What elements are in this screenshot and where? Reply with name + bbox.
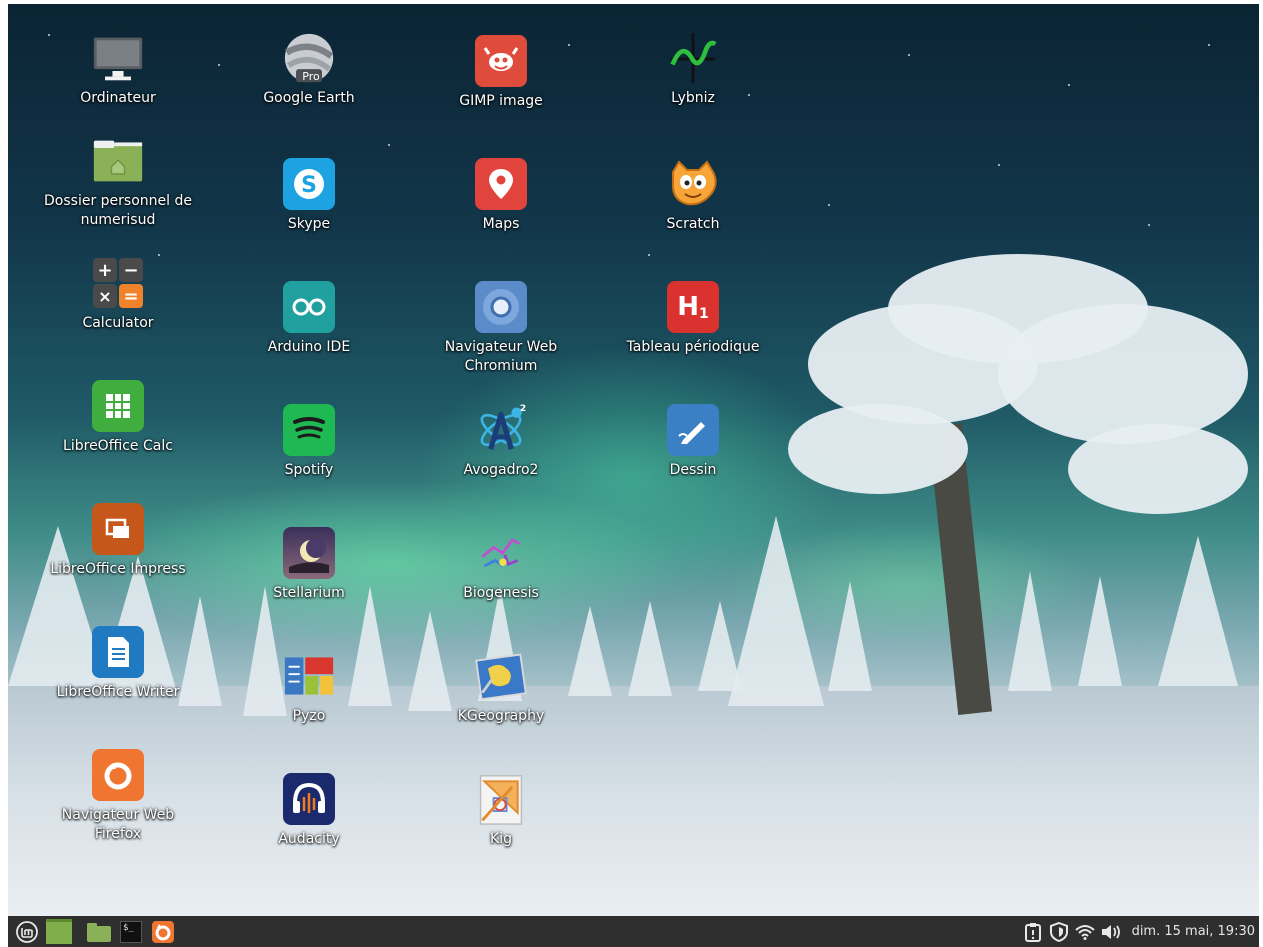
periodic-table-subscript: 1 bbox=[699, 306, 709, 322]
svg-text:×: × bbox=[98, 287, 111, 306]
desktop-icon-skype[interactable]: S Skype bbox=[234, 158, 384, 234]
svg-text:S: S bbox=[301, 173, 317, 198]
desktop-icon-home-folder[interactable]: Dossier personnel de numerisud bbox=[43, 135, 193, 230]
audacity-icon bbox=[283, 773, 335, 825]
calculator-icon: + − × = bbox=[92, 257, 144, 309]
desktop-icon-biogenesis[interactable]: Biogenesis bbox=[426, 527, 576, 603]
volume-icon[interactable] bbox=[1100, 921, 1122, 943]
desktop-icon-libreoffice-calc[interactable]: LibreOffice Calc bbox=[43, 380, 193, 456]
desktop-icon-google-earth[interactable]: Pro Google Earth bbox=[234, 32, 384, 108]
desktop-icon-calculator[interactable]: + − × = Calculator bbox=[43, 257, 193, 333]
libreoffice-writer-icon bbox=[92, 626, 144, 678]
desktop-icon-label: Ordinateur bbox=[80, 90, 156, 106]
desktop-icon-label: Google Earth bbox=[263, 90, 355, 106]
wifi-icon[interactable] bbox=[1074, 921, 1096, 943]
desktop-icon-label: Navigateur Web Firefox bbox=[61, 807, 175, 842]
desktop-icon-label: LibreOffice Calc bbox=[63, 438, 173, 454]
libreoffice-impress-icon bbox=[92, 503, 144, 555]
kig-icon bbox=[475, 773, 527, 825]
desktop: Ordinateur Dossier personnel de numerisu… bbox=[8, 4, 1259, 916]
chromium-icon bbox=[475, 281, 527, 333]
svg-text:−: − bbox=[123, 260, 138, 281]
pro-badge: Pro bbox=[302, 70, 320, 83]
desktop-icon-label: Tableau périodique bbox=[626, 339, 760, 355]
desktop-icon-scratch[interactable]: Scratch bbox=[618, 158, 768, 234]
desktop-icon-label: Lybniz bbox=[671, 90, 715, 106]
mint-menu-icon[interactable] bbox=[14, 919, 40, 945]
firefox-icon[interactable] bbox=[150, 919, 176, 945]
terminal-icon[interactable]: $_ bbox=[118, 919, 144, 945]
desktop-icon-label: Stellarium bbox=[273, 585, 345, 601]
desktop-icon-lybniz[interactable]: Lybniz bbox=[618, 32, 768, 108]
desktop-icon-label: Maps bbox=[482, 216, 520, 232]
svg-text:=: = bbox=[123, 286, 138, 307]
desktop-icon-label: Spotify bbox=[284, 462, 334, 478]
desktop-icon-label: LibreOffice Writer bbox=[56, 684, 180, 700]
desktop-icon-audacity[interactable]: Audacity bbox=[234, 773, 384, 849]
desktop-icon-dessin[interactable]: Dessin bbox=[618, 404, 768, 480]
drawing-icon bbox=[667, 404, 719, 456]
google-earth-icon: Pro bbox=[283, 32, 335, 84]
skype-icon: S bbox=[283, 158, 335, 210]
desktop-icon-ordinateur[interactable]: Ordinateur bbox=[43, 32, 193, 108]
desktop-icon-label: Avogadro2 bbox=[463, 462, 539, 478]
desktop-icon-stellarium[interactable]: Stellarium bbox=[234, 527, 384, 603]
desktop-icon-arduino-ide[interactable]: Arduino IDE bbox=[234, 281, 384, 357]
periodic-table-icon: H1 bbox=[667, 281, 719, 333]
desktop-icon-chromium[interactable]: Navigateur Web Chromium bbox=[426, 281, 576, 376]
stellarium-icon bbox=[283, 527, 335, 579]
files-icon[interactable] bbox=[86, 919, 112, 945]
maps-icon bbox=[475, 158, 527, 210]
firefox-icon bbox=[92, 749, 144, 801]
desktop-icon-label: GIMP image bbox=[459, 93, 543, 109]
lybniz-icon bbox=[667, 32, 719, 84]
show-desktop-icon[interactable] bbox=[46, 919, 72, 945]
libreoffice-calc-icon bbox=[92, 380, 144, 432]
desktop-icon-label: Pyzo bbox=[292, 708, 326, 724]
desktop-icon-firefox[interactable]: Navigateur Web Firefox bbox=[43, 749, 193, 844]
kgeography-icon bbox=[475, 650, 527, 702]
desktop-icon-gimp[interactable]: GIMP image bbox=[426, 35, 576, 111]
home-folder-icon bbox=[92, 135, 144, 187]
biogenesis-icon bbox=[475, 527, 527, 579]
pyzo-icon bbox=[283, 650, 335, 702]
scratch-icon bbox=[667, 158, 719, 210]
desktop-icon-libreoffice-writer[interactable]: LibreOffice Writer bbox=[43, 626, 193, 702]
desktop-icon-label: Audacity bbox=[278, 831, 340, 847]
desktop-icon-label: Scratch bbox=[666, 216, 720, 232]
avogadro-icon: 2 bbox=[475, 404, 527, 456]
desktop-icon-pyzo[interactable]: Pyzo bbox=[234, 650, 384, 726]
desktop-icon-label: KGeography bbox=[457, 708, 545, 724]
desktop-icon-maps[interactable]: Maps bbox=[426, 158, 576, 234]
desktop-icon-label: Biogenesis bbox=[463, 585, 539, 601]
desktop-icon-kig[interactable]: Kig bbox=[426, 773, 576, 849]
taskbar: $_ dim. 15 mai, 19:30 bbox=[8, 916, 1259, 947]
shield-icon[interactable] bbox=[1048, 921, 1070, 943]
desktop-icon-spotify[interactable]: Spotify bbox=[234, 404, 384, 480]
desktop-icon-periodic-table[interactable]: H1 Tableau périodique bbox=[618, 281, 768, 357]
desktop-icon-avogadro2[interactable]: 2 Avogadro2 bbox=[426, 404, 576, 480]
clipboard-icon[interactable] bbox=[1022, 921, 1044, 943]
arduino-icon bbox=[283, 281, 335, 333]
wallpaper-snowfield bbox=[8, 686, 1259, 916]
spotify-icon bbox=[283, 404, 335, 456]
desktop-icon-label: Kig bbox=[490, 831, 512, 847]
svg-text:+: + bbox=[97, 260, 112, 281]
system-tray: dim. 15 mai, 19:30 bbox=[1022, 916, 1259, 947]
gimp-icon bbox=[475, 35, 527, 87]
desktop-icon-label: Dossier personnel de numerisud bbox=[44, 193, 192, 228]
desktop-icon-label: LibreOffice Impress bbox=[50, 561, 186, 577]
desktop-icon-label: Navigateur Web Chromium bbox=[444, 339, 558, 374]
desktop-icon-label: Dessin bbox=[669, 462, 717, 478]
desktop-icon-kgeography[interactable]: KGeography bbox=[426, 650, 576, 726]
clock[interactable]: dim. 15 mai, 19:30 bbox=[1132, 924, 1255, 939]
periodic-table-symbol: H bbox=[677, 292, 699, 322]
desktop-icon-label: Calculator bbox=[82, 315, 154, 331]
desktop-icon-label: Skype bbox=[287, 216, 331, 232]
desktop-icon-libreoffice-impress[interactable]: LibreOffice Impress bbox=[43, 503, 193, 579]
desktop-icon-label: Arduino IDE bbox=[267, 339, 351, 355]
computer-icon bbox=[92, 32, 144, 84]
avogadro-badge: 2 bbox=[519, 404, 527, 414]
